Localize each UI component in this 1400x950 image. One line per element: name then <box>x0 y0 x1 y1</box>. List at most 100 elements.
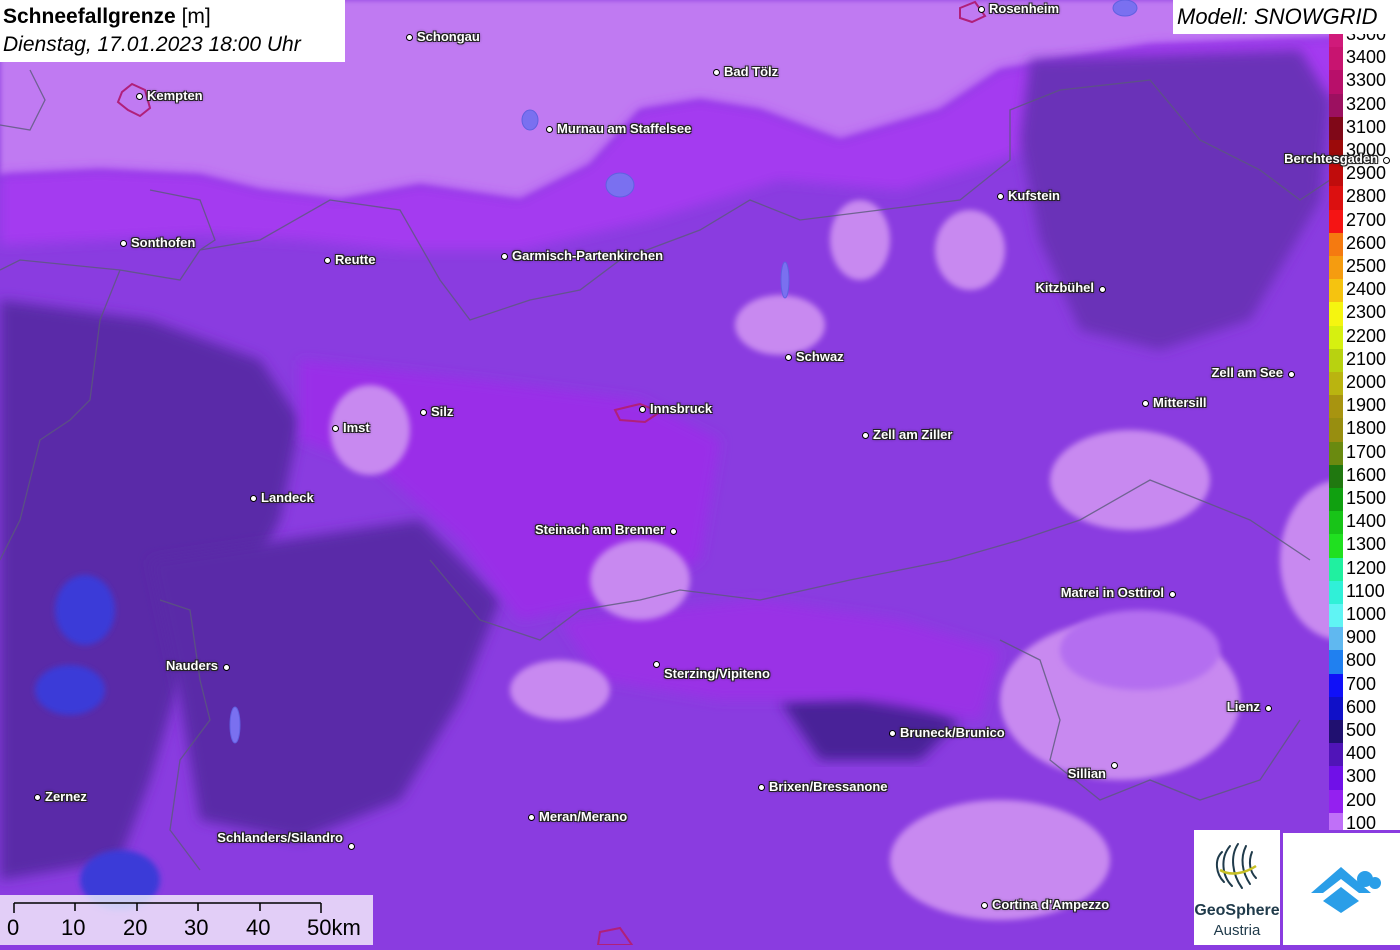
city-label: Mittersill <box>1153 395 1207 410</box>
city-marker[interactable] <box>1141 399 1149 407</box>
legend-label: 400 <box>1346 743 1377 764</box>
legend-label: 1300 <box>1346 534 1387 555</box>
city-label: Zell am Ziller <box>873 427 953 442</box>
city-marker[interactable] <box>135 92 143 100</box>
legend-label: 200 <box>1346 789 1377 810</box>
city-label: Berchtesgaden <box>1284 151 1378 166</box>
city-label: Cortina d'Ampezzo <box>992 897 1110 912</box>
legend-label: 3400 <box>1346 47 1387 68</box>
legend-swatch <box>1329 418 1343 442</box>
city-marker[interactable] <box>222 663 230 671</box>
geosphere-logo[interactable]: GeoSphere Austria <box>1194 830 1280 945</box>
model-label: Modell: SNOWGRID <box>1173 0 1400 34</box>
legend-swatch <box>1329 696 1343 720</box>
city-marker[interactable] <box>545 125 553 133</box>
geosphere-emblem-icon <box>1216 843 1257 889</box>
city-label: Rosenheim <box>989 1 1060 16</box>
legend-swatch <box>1329 580 1343 604</box>
legend-label: 1000 <box>1346 604 1387 624</box>
city-marker[interactable] <box>980 901 988 909</box>
legend-label: 3300 <box>1346 70 1387 91</box>
city-marker[interactable] <box>347 842 355 850</box>
scale-tick-40: 40 <box>246 915 271 940</box>
city-label: Innsbruck <box>650 401 713 416</box>
map-title-box: Schneefallgrenze [m] Dienstag, 17.01.202… <box>0 0 345 62</box>
city-label: Sillian <box>1067 766 1106 781</box>
city-marker[interactable] <box>323 256 331 264</box>
city-marker[interactable] <box>33 793 41 801</box>
legend-swatch <box>1329 325 1343 349</box>
city-marker[interactable] <box>669 527 677 535</box>
city-label: Sterzing/Vipiteno <box>664 666 770 681</box>
city-label: Meran/Merano <box>539 809 628 824</box>
city-marker[interactable] <box>1382 156 1390 164</box>
legend-swatch <box>1329 557 1343 581</box>
legend-label: 2900 <box>1346 163 1387 184</box>
city-marker[interactable] <box>888 729 896 737</box>
city-marker[interactable] <box>1264 704 1272 712</box>
city-label: Murnau am Staffelsee <box>557 121 692 136</box>
legend-label: 2000 <box>1346 372 1387 392</box>
legend-label: 700 <box>1346 673 1377 694</box>
snowfall-limit-map[interactable] <box>0 0 1400 945</box>
legend-label: 2100 <box>1346 348 1387 369</box>
legend-swatch <box>1329 789 1343 813</box>
city-marker[interactable] <box>652 660 660 668</box>
city-marker[interactable] <box>638 405 646 413</box>
city-marker[interactable] <box>249 494 257 502</box>
city-marker[interactable] <box>331 424 339 432</box>
legend-swatch <box>1329 163 1343 187</box>
legend-swatch <box>1329 441 1343 465</box>
city-marker[interactable] <box>527 813 535 821</box>
scale-tick-20: 20 <box>123 915 148 940</box>
city-marker[interactable] <box>500 252 508 260</box>
legend-label: 2400 <box>1346 279 1387 300</box>
city-label: Zell am See <box>1211 365 1283 380</box>
scale-bar: 0 10 20 30 40 50km <box>0 895 373 945</box>
city-marker[interactable] <box>757 783 765 791</box>
city-marker[interactable] <box>119 239 127 247</box>
city-marker[interactable] <box>784 353 792 361</box>
legend-swatch <box>1329 47 1343 71</box>
geosphere-name: GeoSphere <box>1194 902 1280 919</box>
city-marker[interactable] <box>419 408 427 416</box>
city-marker[interactable] <box>405 33 413 41</box>
scale-tick-10: 10 <box>61 915 86 940</box>
legend-label: 1400 <box>1346 511 1387 532</box>
legend-label: 3500 <box>1346 34 1387 44</box>
legend-swatch <box>1329 720 1343 744</box>
legend-label: 800 <box>1346 650 1377 671</box>
legend-swatch <box>1329 372 1343 396</box>
legend-swatch <box>1329 70 1343 94</box>
city-marker[interactable] <box>1168 590 1176 598</box>
city-label: Steinach am Brenner <box>534 522 665 537</box>
legend-label: 300 <box>1346 766 1377 787</box>
legend-swatch <box>1329 812 1343 830</box>
city-label: Schwaz <box>796 349 844 364</box>
legend-label: 1800 <box>1346 418 1387 439</box>
city-marker[interactable] <box>1110 761 1118 769</box>
city-marker[interactable] <box>712 68 720 76</box>
legend-label: 100 <box>1346 812 1377 830</box>
city-marker[interactable] <box>1287 370 1295 378</box>
snow-cloud-logo[interactable] <box>1283 833 1400 945</box>
map-title: Schneefallgrenze [m] <box>3 5 211 28</box>
city-label: Reutte <box>335 252 376 267</box>
city-marker[interactable] <box>1098 285 1106 293</box>
legend-swatch <box>1329 302 1343 326</box>
legend-swatch <box>1329 93 1343 117</box>
city-marker[interactable] <box>861 431 869 439</box>
legend-label: 1100 <box>1346 580 1385 601</box>
legend-label: 900 <box>1346 627 1377 648</box>
city-marker[interactable] <box>996 192 1004 200</box>
city-label: Brixen/Bressanone <box>769 779 888 794</box>
city-label: Garmisch-Partenkirchen <box>512 248 664 263</box>
scale-tick-30: 30 <box>184 915 209 940</box>
city-marker[interactable] <box>977 5 985 13</box>
legend-swatch <box>1329 116 1343 140</box>
city-label: Schongau <box>417 29 480 44</box>
legend-swatch <box>1329 604 1343 628</box>
city-label: Zernez <box>45 789 87 804</box>
city-label: Landeck <box>261 490 314 505</box>
legend-swatch <box>1329 395 1343 419</box>
